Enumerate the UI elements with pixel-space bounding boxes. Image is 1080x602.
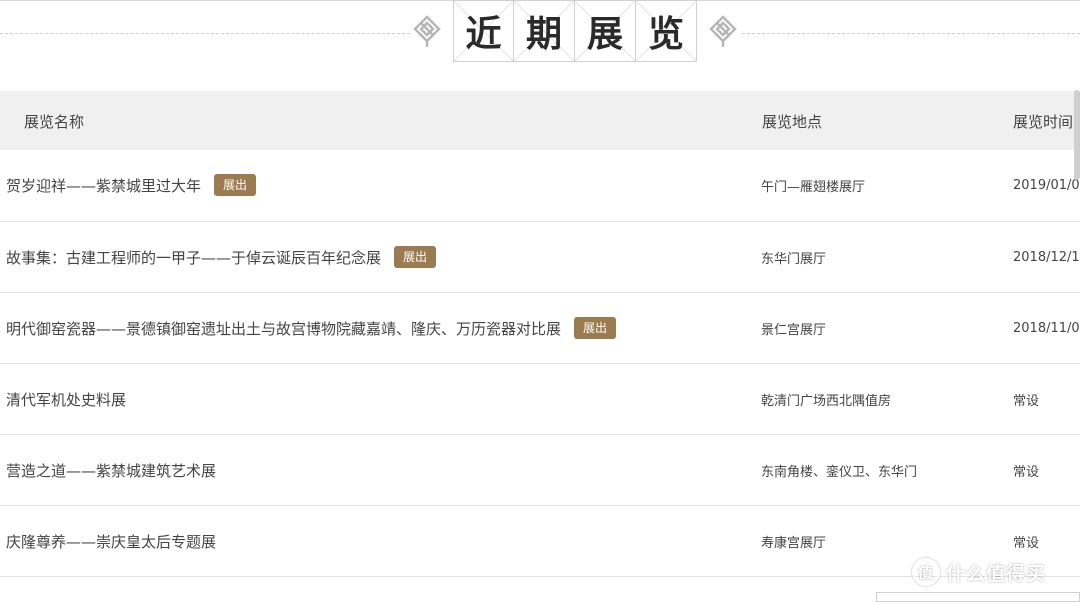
vertical-scrollbar[interactable] bbox=[1074, 90, 1080, 180]
title-char: 近 bbox=[465, 13, 502, 55]
exhibition-name-link[interactable]: 贺岁迎祥——紫禁城里过大年 bbox=[6, 175, 201, 196]
dashed-divider-left bbox=[0, 33, 410, 34]
table-header: 展览名称 展览地点 展览时间 bbox=[0, 91, 1080, 150]
exhibition-location: 东南角楼、銮仪卫、东华门 bbox=[761, 464, 918, 480]
column-header-time: 展览时间 bbox=[1013, 113, 1074, 131]
knot-ornament-icon bbox=[413, 15, 441, 47]
title-char: 览 bbox=[647, 13, 684, 55]
watermark-logo-icon: 值 bbox=[912, 558, 940, 586]
status-badge: 展出 bbox=[214, 174, 257, 196]
table-row[interactable]: 清代军机处史料展 乾清门广场西北隅值房 常设 bbox=[0, 364, 1080, 435]
status-badge: 展出 bbox=[394, 246, 437, 268]
exhibition-name-link[interactable]: 故事集：古建工程师的一甲子——于倬云诞辰百年纪念展 bbox=[6, 247, 381, 268]
exhibition-table: 展览名称 展览地点 展览时间 贺岁迎祥——紫禁城里过大年 展出 午门—雁翅楼展厅… bbox=[0, 91, 1080, 577]
section-heading-banner: 近 期 展 览 bbox=[0, 0, 1080, 90]
table-row[interactable]: 明代御窑瓷器——景德镇御窑遗址出土与故宫博物院藏嘉靖、隆庆、万历瓷器对比展 展出… bbox=[0, 293, 1080, 364]
page-title: 近 期 展 览 bbox=[453, 0, 697, 62]
exhibition-time: 常设 bbox=[1013, 464, 1040, 480]
title-char: 展 bbox=[586, 13, 623, 55]
dashed-divider-right bbox=[742, 33, 1080, 34]
exhibition-name-link[interactable]: 明代御窑瓷器——景德镇御窑遗址出土与故宫博物院藏嘉靖、隆庆、万历瓷器对比展 bbox=[6, 318, 561, 339]
title-char-cell: 期 bbox=[514, 0, 575, 62]
table-row[interactable]: 故事集：古建工程师的一甲子——于倬云诞辰百年纪念展 展出 东华门展厅 2018/… bbox=[0, 222, 1080, 293]
title-char-cell: 近 bbox=[453, 0, 514, 62]
exhibition-time: 2018/11/06 bbox=[1013, 320, 1080, 336]
title-char-cell: 览 bbox=[636, 0, 697, 62]
table-row[interactable]: 营造之道——紫禁城建筑艺术展 东南角楼、銮仪卫、东华门 常设 bbox=[0, 435, 1080, 506]
column-header-name: 展览名称 bbox=[24, 113, 85, 131]
exhibition-location: 午门—雁翅楼展厅 bbox=[761, 179, 866, 195]
exhibition-location: 景仁宫展厅 bbox=[761, 322, 827, 338]
partial-box bbox=[876, 592, 1080, 602]
table-row[interactable]: 贺岁迎祥——紫禁城里过大年 展出 午门—雁翅楼展厅 2019/01/06 bbox=[0, 150, 1080, 222]
exhibition-name-link[interactable]: 庆隆尊养——崇庆皇太后专题展 bbox=[6, 531, 216, 552]
watermark-text: 什么值得买 bbox=[946, 562, 1047, 585]
title-char: 期 bbox=[525, 13, 562, 55]
exhibition-time: 2018/12/15 bbox=[1013, 249, 1080, 265]
knot-ornament-icon bbox=[709, 15, 737, 47]
exhibition-location: 东华门展厅 bbox=[761, 251, 827, 267]
exhibition-time: 常设 bbox=[1013, 393, 1040, 409]
title-char-cell: 展 bbox=[575, 0, 636, 62]
site-watermark: 值 什么值得买 bbox=[912, 556, 1046, 588]
column-header-location: 展览地点 bbox=[762, 113, 823, 131]
exhibition-time: 2019/01/06 bbox=[1013, 177, 1080, 193]
exhibition-location: 乾清门广场西北隅值房 bbox=[761, 393, 892, 409]
table-body: 贺岁迎祥——紫禁城里过大年 展出 午门—雁翅楼展厅 2019/01/06 故事集… bbox=[0, 150, 1080, 577]
exhibition-name-link[interactable]: 清代军机处史料展 bbox=[6, 389, 126, 410]
status-badge: 展出 bbox=[574, 317, 617, 339]
exhibition-name-link[interactable]: 营造之道——紫禁城建筑艺术展 bbox=[6, 460, 216, 481]
exhibition-location: 寿康宫展厅 bbox=[761, 535, 827, 551]
